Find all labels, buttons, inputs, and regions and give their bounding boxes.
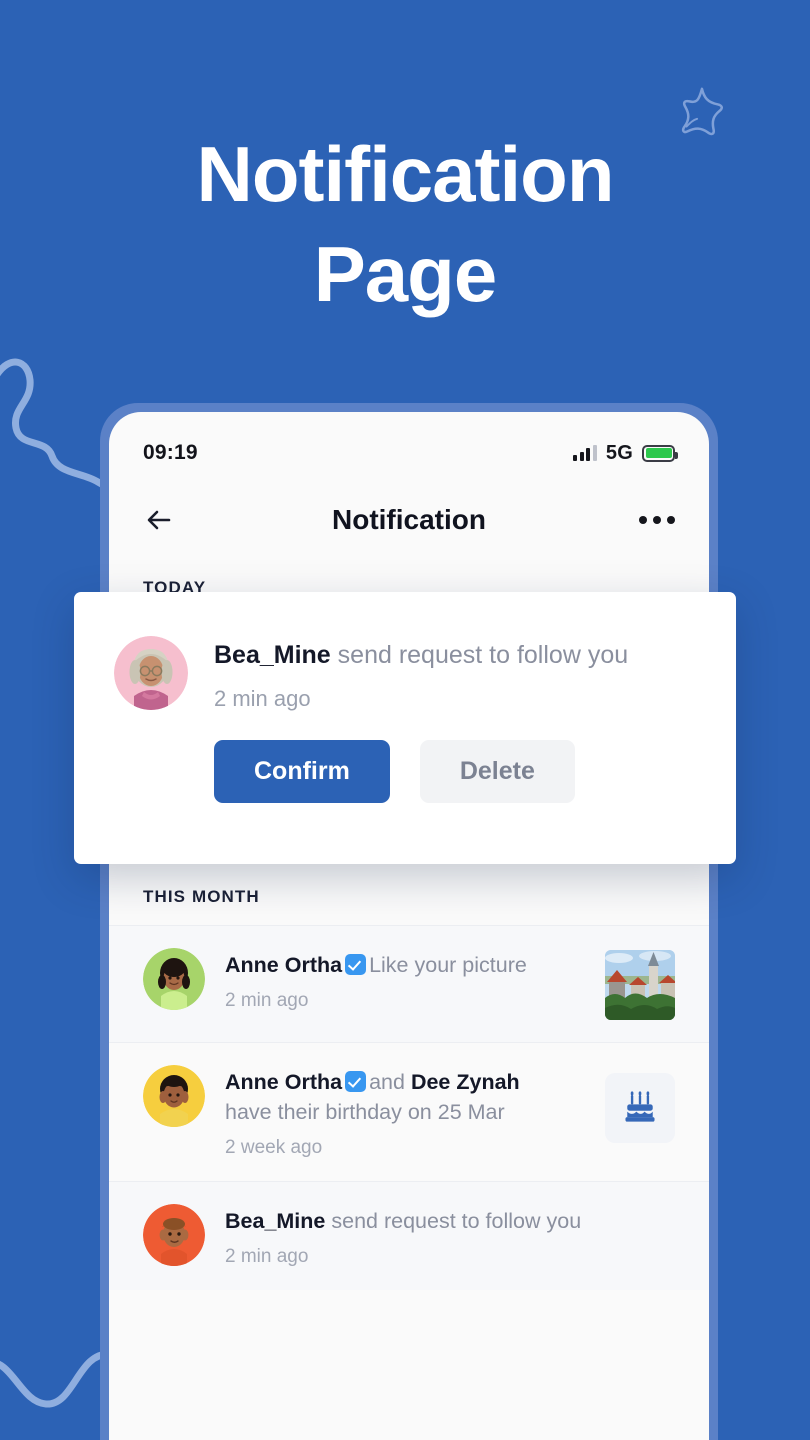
notification-text: Anne Ortha and Dee Zynah bbox=[225, 1067, 585, 1097]
notification-username: Bea_Mine bbox=[225, 1209, 326, 1233]
network-type-label: 5G bbox=[605, 441, 633, 464]
navigation-bar: Notification bbox=[109, 478, 709, 562]
delete-button[interactable]: Delete bbox=[419, 740, 575, 803]
phone-mockup-frame: 09:19 5G Notification TODAY Confirm Del bbox=[100, 403, 718, 1440]
overlay-actions: Confirm Delete bbox=[214, 740, 692, 803]
page-title-line-1: Notification bbox=[196, 130, 615, 218]
follow-request-overlay-card[interactable]: Bea_Mine send request to follow you 2 mi… bbox=[74, 592, 736, 864]
signal-bars-icon bbox=[573, 445, 597, 461]
photo-thumbnail-cityscape[interactable] bbox=[605, 950, 675, 1020]
notification-submessage: have their birthday on 25 Mar bbox=[225, 1100, 505, 1124]
avatar bbox=[143, 1204, 205, 1266]
notification-timestamp: 2 week ago bbox=[225, 1137, 323, 1158]
notification-body: Anne Ortha Like your picture 2 min ago bbox=[225, 948, 585, 1012]
notification-conjunction: and bbox=[369, 1070, 405, 1094]
avatar bbox=[143, 1065, 205, 1127]
status-indicators: 5G bbox=[573, 441, 678, 465]
notification-row-birthday[interactable]: Anne Ortha and Dee Zynah have their birth… bbox=[109, 1043, 709, 1181]
page-title: Notification Page bbox=[0, 124, 810, 324]
overlay-text: Bea_Mine send request to follow you bbox=[214, 638, 692, 672]
notification-text: Bea_Mine send request to follow you bbox=[225, 1206, 675, 1236]
notification-message: send request to follow you bbox=[331, 1209, 582, 1233]
notification-timestamp: 2 min ago bbox=[225, 990, 309, 1011]
overlay-timestamp: 2 min ago bbox=[214, 686, 311, 711]
overlay-message: send request to follow you bbox=[337, 641, 629, 669]
more-horizontal-icon[interactable] bbox=[639, 516, 675, 524]
avatar bbox=[114, 636, 188, 710]
screen-title: Notification bbox=[332, 504, 486, 535]
page-title-line-2: Page bbox=[313, 230, 497, 318]
arrow-left-icon[interactable] bbox=[143, 503, 177, 537]
notification-row-like[interactable]: Anne Ortha Like your picture 2 min ago bbox=[109, 926, 709, 1042]
verified-badge-icon bbox=[345, 954, 367, 975]
notification-timestamp: 2 min ago bbox=[225, 1246, 309, 1267]
notification-username-2: Dee Zynah bbox=[410, 1070, 520, 1094]
notification-username: Anne Ortha bbox=[225, 953, 343, 977]
status-time: 09:19 bbox=[143, 441, 198, 464]
confirm-button[interactable]: Confirm bbox=[214, 740, 390, 803]
phone-screen: 09:19 5G Notification TODAY Confirm Del bbox=[109, 412, 709, 1440]
notification-text: Anne Ortha Like your picture bbox=[225, 950, 585, 980]
birthday-cake-icon[interactable] bbox=[605, 1073, 675, 1143]
notification-username: Anne Ortha bbox=[225, 1070, 343, 1094]
notification-message: Like your picture bbox=[369, 953, 527, 977]
status-bar: 09:19 5G bbox=[109, 412, 709, 478]
overlay-username: Bea_Mine bbox=[214, 641, 331, 669]
battery-full-icon bbox=[642, 444, 678, 462]
verified-badge-icon bbox=[345, 1071, 367, 1092]
notification-row-follow-request[interactable]: Bea_Mine send request to follow you 2 mi… bbox=[109, 1182, 709, 1290]
notification-body: Anne Ortha and Dee Zynah have their birth… bbox=[225, 1065, 585, 1159]
notification-body: Bea_Mine send request to follow you 2 mi… bbox=[225, 1204, 675, 1268]
overlay-body: Bea_Mine send request to follow you 2 mi… bbox=[214, 636, 692, 803]
avatar bbox=[143, 948, 205, 1010]
